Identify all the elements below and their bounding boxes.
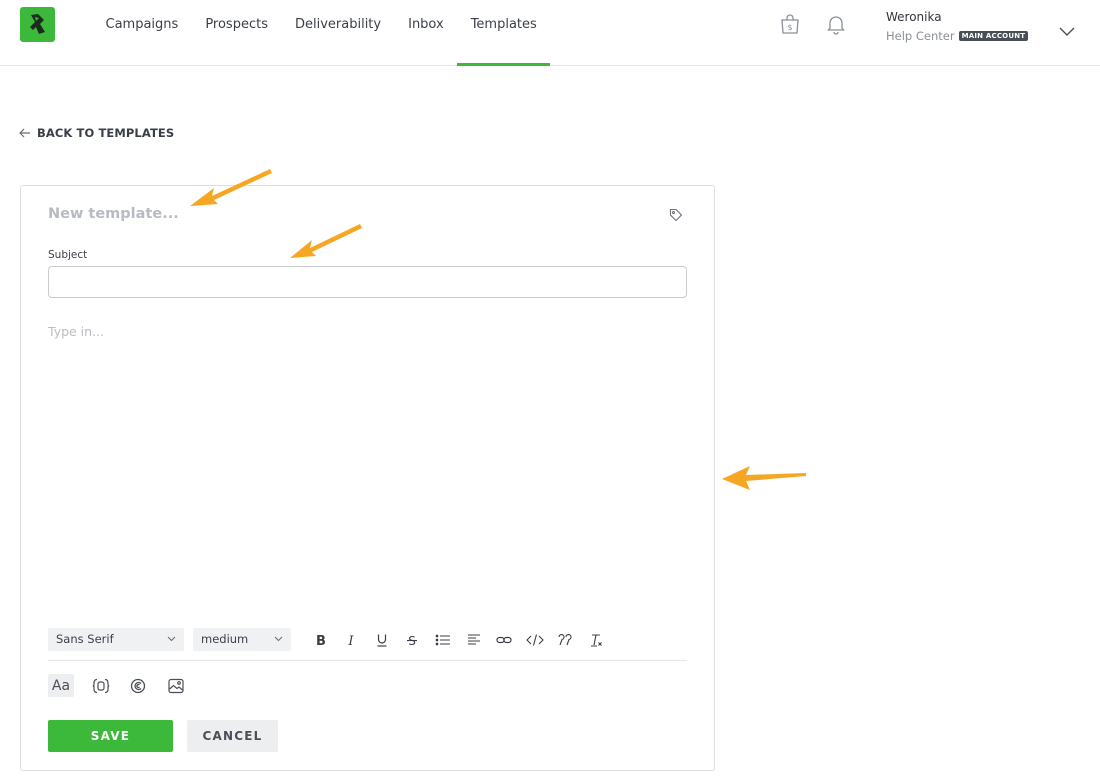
italic-icon[interactable]: I: [342, 631, 360, 649]
top-navigation-bar: Campaigns Prospects Deliverability Inbox…: [0, 0, 1100, 66]
svg-text:$: $: [787, 23, 792, 32]
template-editor-card: Subject Sans Serif medium B I S Aa: [20, 185, 715, 771]
spintax-icon[interactable]: [125, 674, 151, 697]
bell-icon[interactable]: [824, 12, 848, 36]
back-to-templates-link[interactable]: BACK TO TEMPLATES: [19, 126, 174, 140]
main-nav: Campaigns Prospects Deliverability Inbox…: [92, 0, 551, 66]
nav-prospects[interactable]: Prospects: [192, 0, 282, 66]
cancel-button[interactable]: CANCEL: [187, 720, 278, 752]
arrow-left-icon: [19, 128, 30, 138]
body-editor[interactable]: [48, 324, 687, 604]
code-icon[interactable]: [526, 631, 544, 649]
account-label: Help Center: [886, 29, 955, 43]
image-icon[interactable]: [163, 674, 189, 697]
nav-prospects-label: Prospects: [205, 17, 268, 32]
font-family-value: Sans Serif: [56, 632, 114, 646]
toolbar-divider: [48, 660, 687, 661]
chevron-down-icon[interactable]: [1059, 22, 1075, 41]
subject-input[interactable]: [48, 266, 687, 298]
nav-inbox-label: Inbox: [408, 17, 444, 32]
account-info: Help Center MAIN ACCOUNT: [886, 29, 1029, 43]
nav-campaigns[interactable]: Campaigns: [92, 0, 192, 66]
bullet-list-icon[interactable]: [434, 631, 452, 649]
chevron-down-icon: [167, 636, 176, 642]
nav-campaigns-label: Campaigns: [105, 17, 179, 32]
font-family-select[interactable]: Sans Serif: [48, 628, 184, 651]
chevron-down-icon: [274, 636, 283, 642]
text-format-icon[interactable]: Aa: [48, 674, 74, 697]
account-badge: MAIN ACCOUNT: [958, 31, 1029, 41]
user-name: Weronika: [886, 10, 942, 24]
save-button[interactable]: SAVE: [48, 720, 173, 752]
bold-icon[interactable]: B: [312, 631, 330, 649]
svg-text:B: B: [316, 634, 326, 647]
variables-icon[interactable]: [88, 674, 114, 697]
nav-inbox[interactable]: Inbox: [395, 0, 458, 66]
quote-icon[interactable]: [556, 631, 574, 649]
nav-deliverability[interactable]: Deliverability: [281, 0, 394, 66]
nav-templates[interactable]: Templates: [457, 0, 551, 66]
font-size-select[interactable]: medium: [193, 628, 291, 651]
shopping-bag-dollar-icon[interactable]: $: [778, 12, 802, 36]
underline-icon[interactable]: [373, 631, 391, 649]
nav-deliverability-label: Deliverability: [294, 17, 382, 32]
template-name-input[interactable]: [48, 206, 608, 222]
font-size-value: medium: [201, 632, 249, 646]
back-label: BACK TO TEMPLATES: [37, 126, 175, 140]
text-format-label: Aa: [51, 677, 71, 694]
strikethrough-icon[interactable]: S: [403, 631, 421, 649]
subject-label: Subject: [48, 249, 88, 261]
app-logo[interactable]: [20, 7, 55, 42]
link-icon[interactable]: [495, 631, 513, 649]
annotation-arrow-icon: [722, 466, 806, 490]
clear-format-icon[interactable]: [587, 631, 605, 649]
align-icon[interactable]: [465, 631, 483, 649]
nav-templates-label: Templates: [470, 17, 537, 32]
tag-icon[interactable]: [669, 207, 683, 226]
svg-text:I: I: [347, 634, 354, 647]
